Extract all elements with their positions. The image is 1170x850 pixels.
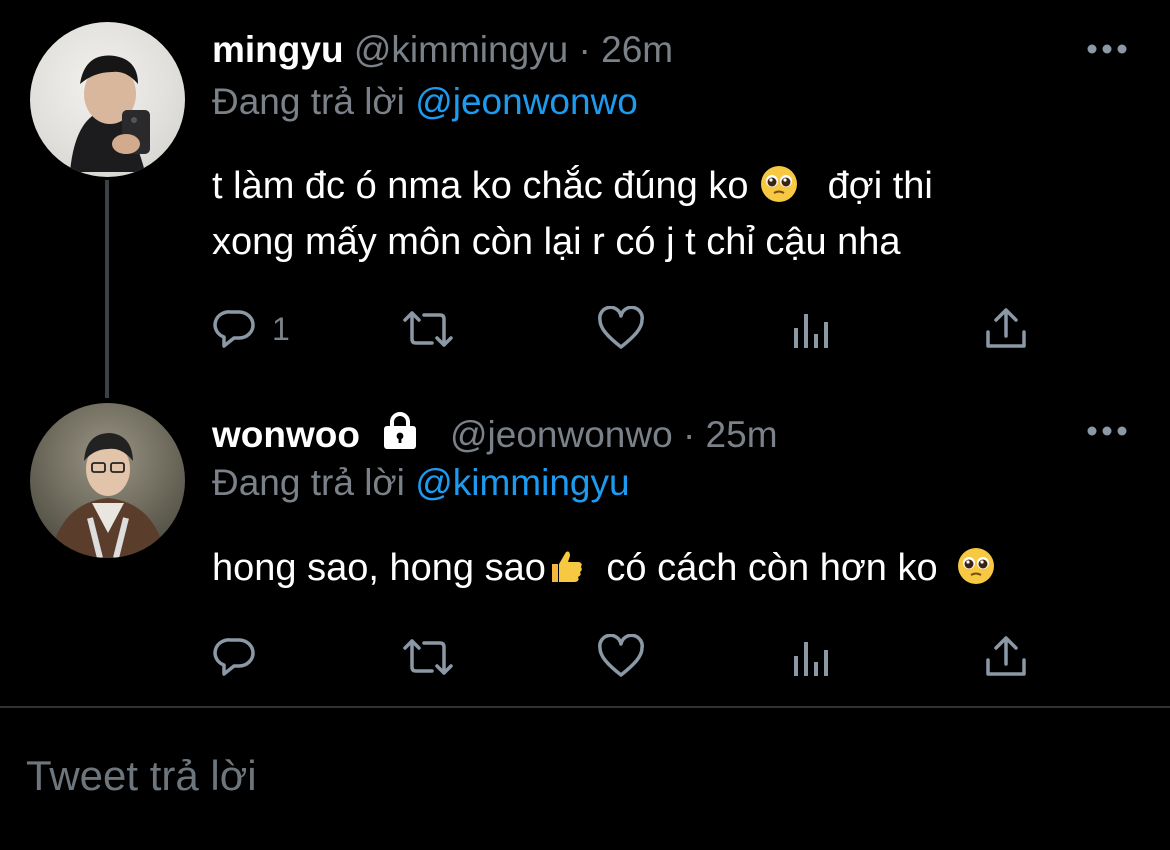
- analytics-button[interactable]: [792, 632, 832, 682]
- retweet-button[interactable]: [400, 632, 456, 682]
- reply-icon: [213, 638, 255, 676]
- user-handle[interactable]: @jeonwonwo: [450, 414, 673, 455]
- heart-icon: [598, 306, 644, 349]
- display-name[interactable]: mingyu: [212, 29, 344, 70]
- share-icon: [986, 636, 1026, 676]
- text-segment: t làm đc ó nma ko chắc đúng ko: [212, 165, 749, 207]
- like-button[interactable]: [597, 632, 645, 682]
- more-icon[interactable]: [1086, 425, 1128, 437]
- reply-count: 1: [272, 310, 290, 347]
- user-avatar-photo: [70, 55, 150, 172]
- timestamp[interactable]: 26m: [601, 29, 673, 70]
- separator-dot: ·: [682, 414, 696, 455]
- thread-connector-line: [105, 180, 109, 398]
- retweet-button[interactable]: [400, 304, 456, 354]
- replying-prefix: Đang trả lời: [212, 81, 405, 122]
- text-segment: đợi thi: [827, 165, 933, 207]
- pleading-face-emoji: [958, 548, 995, 584]
- action-bar: [212, 632, 1052, 682]
- like-button[interactable]: [597, 304, 645, 354]
- reply-divider: [0, 706, 1170, 708]
- analytics-icon: [794, 642, 828, 676]
- action-bar: 1: [212, 304, 1052, 354]
- reply-button[interactable]: [212, 632, 258, 682]
- tweet-text: t làm đc ó nma ko chắc đúng ko đợi thi x…: [212, 158, 933, 270]
- replying-prefix: Đang trả lời: [212, 462, 405, 503]
- tweet-wonwoo[interactable]: wonwoo @jeonwonwo · 25m Đang trả lời @ki…: [0, 385, 1170, 707]
- user-avatar-photo: [50, 433, 166, 558]
- share-icon: [986, 308, 1026, 348]
- tweet-text-line-1: t làm đc ó nma ko chắc đúng ko đợi thi: [212, 158, 933, 214]
- share-button[interactable]: [984, 304, 1028, 354]
- user-handle[interactable]: @kimmingyu: [354, 29, 568, 70]
- tweet-header: wonwoo @jeonwonwo · 25m: [212, 412, 778, 457]
- mention-link[interactable]: @jeonwonwo: [415, 81, 638, 122]
- retweet-icon: [403, 639, 453, 675]
- reply-input[interactable]: Tweet trả lời: [26, 752, 257, 800]
- avatar[interactable]: [30, 22, 185, 177]
- text-segment: hong sao, hong sao: [212, 547, 546, 589]
- reply-icon: [213, 310, 255, 348]
- thumbs-up-emoji: [551, 551, 582, 582]
- replying-to: Đang trả lời @jeonwonwo: [212, 80, 638, 124]
- analytics-button[interactable]: [792, 304, 832, 354]
- reply-button[interactable]: 1: [212, 304, 290, 354]
- pleading-face-emoji: [761, 166, 798, 202]
- analytics-icon: [794, 314, 828, 348]
- tweet-text-line-2: xong mấy môn còn lại r có j t chỉ cậu nh…: [212, 221, 901, 263]
- replying-to: Đang trả lời @kimmingyu: [212, 461, 630, 505]
- tweet-mingyu[interactable]: mingyu @kimmingyu · 26m Đang trả lời @je…: [0, 0, 1170, 398]
- text-segment: có cách còn hơn ko: [606, 547, 938, 589]
- retweet-icon: [403, 311, 453, 347]
- display-name[interactable]: wonwoo: [212, 414, 360, 455]
- more-icon[interactable]: [1086, 43, 1128, 55]
- share-button[interactable]: [984, 632, 1028, 682]
- mention-link[interactable]: @kimmingyu: [415, 462, 629, 503]
- heart-icon: [598, 634, 644, 677]
- tweet-header: mingyu @kimmingyu · 26m: [212, 28, 673, 72]
- timestamp[interactable]: 25m: [706, 414, 778, 455]
- separator-dot: ·: [578, 29, 591, 70]
- lock-icon: [383, 412, 416, 449]
- avatar[interactable]: [30, 403, 185, 558]
- tweet-text: hong sao, hong sao có cách còn hơn ko: [212, 540, 996, 596]
